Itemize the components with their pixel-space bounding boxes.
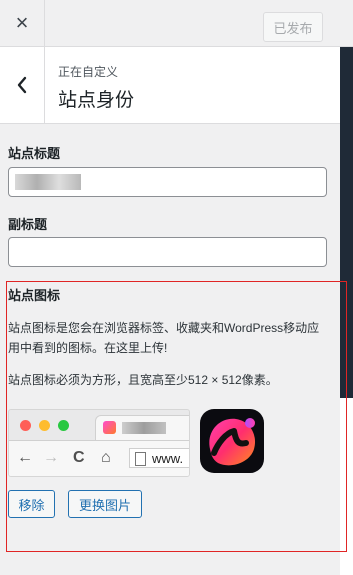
- close-button[interactable]: ×: [0, 0, 45, 46]
- address-text: www.: [152, 451, 184, 466]
- remove-button[interactable]: 移除: [8, 490, 55, 518]
- site-icon-description: 站点图标是您会在浏览器标签、收藏夹和WordPress移动应用中看到的图标。在这…: [8, 321, 320, 355]
- site-icon-image: [200, 409, 264, 473]
- customizer-topbar: × 已发布: [0, 0, 353, 47]
- site-title-label: 站点标题: [8, 146, 61, 161]
- page-icon: [135, 452, 146, 466]
- tagline-input[interactable]: [8, 237, 327, 267]
- maximize-dot-icon: [58, 420, 69, 431]
- close-dot-icon: [20, 420, 31, 431]
- site-icon-requirement: 站点图标必须为方形，且宽高至少512 × 512像素。: [8, 373, 278, 387]
- app-logo-icon: [209, 418, 256, 466]
- tagline-label: 副标题: [8, 217, 48, 232]
- address-bar: www.: [129, 448, 189, 468]
- reload-icon: C: [73, 449, 85, 466]
- favicon-icon: [103, 421, 116, 434]
- change-image-button[interactable]: 更换图片: [68, 490, 142, 518]
- site-title-value-blurred: [15, 174, 81, 190]
- section-header: 正在自定义 站点身份: [0, 47, 340, 124]
- home-icon: ⌂: [101, 449, 111, 466]
- arrow-right-icon: →: [43, 449, 59, 466]
- browser-preview: ← → C ⌂ www.: [8, 409, 190, 477]
- browser-toolbar: ← → C ⌂ www.: [9, 440, 189, 476]
- site-title-input[interactable]: [8, 167, 327, 197]
- arrow-left-icon: ←: [17, 449, 33, 466]
- minimize-dot-icon: [39, 420, 50, 431]
- chevron-left-icon: [17, 76, 27, 94]
- browser-tab: [95, 415, 189, 440]
- section-title: 站点身份: [58, 90, 135, 111]
- published-button[interactable]: 已发布: [263, 12, 323, 42]
- breadcrumb: 正在自定义: [58, 65, 119, 79]
- site-icon-heading: 站点图标: [8, 288, 61, 303]
- tab-title-blurred: [122, 422, 166, 434]
- back-button[interactable]: [0, 47, 45, 123]
- close-icon: ×: [15, 10, 29, 35]
